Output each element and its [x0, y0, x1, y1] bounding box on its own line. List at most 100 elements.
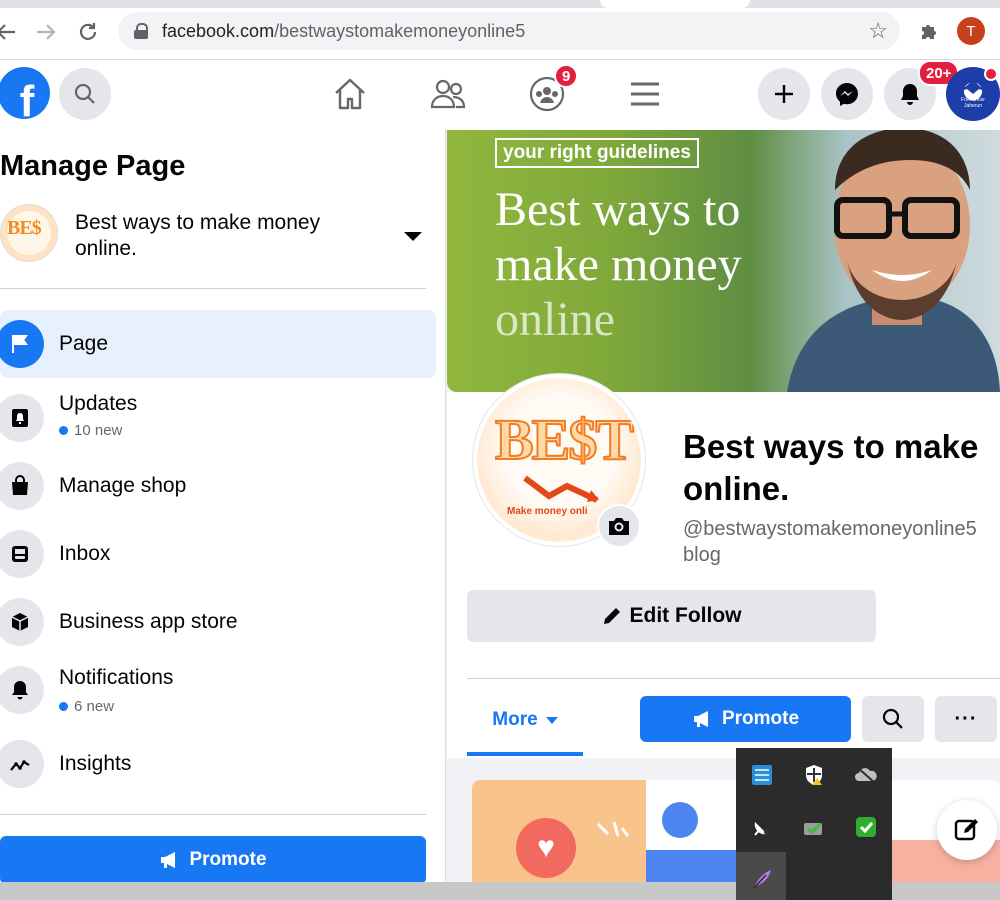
sidebar-item-business-app-store[interactable]: Business app store [0, 588, 436, 656]
taskbar-edge [0, 882, 736, 900]
sidebar-item-label: Page [59, 332, 109, 355]
page-profile-card: BE$T Make money onli Best ways to make o… [447, 374, 1000, 758]
post-shape [662, 802, 698, 838]
cover-person-image [787, 130, 1000, 392]
network-app-icon[interactable] [749, 762, 775, 788]
insights-graph-icon [0, 740, 44, 788]
pencil-icon [603, 608, 620, 624]
manage-page-sidebar: Manage Page BE$ Best ways to make money … [0, 130, 446, 900]
divider [467, 678, 1000, 679]
unread-dot [59, 426, 68, 435]
sidebar-title: Manage Page [0, 150, 186, 182]
ellipsis-icon: ··· [954, 707, 978, 730]
sidebar-item-label: Updates [59, 392, 138, 415]
edit-follow-button[interactable]: Edit Follow [467, 590, 876, 642]
sidebar-promote-button[interactable]: Promote [0, 836, 426, 884]
sidebar-item-manage-shop[interactable]: Manage shop [0, 452, 436, 520]
cover-photo[interactable]: your right guidelines Best ways to make … [447, 130, 1000, 392]
sidebar-item-label: Inbox [59, 542, 111, 565]
sidebar-item-updates[interactable]: Updates 10 new [0, 384, 436, 452]
security-shield-icon[interactable] [801, 762, 827, 788]
bell-icon [0, 666, 44, 714]
sidebar-item-notifications[interactable]: Notifications 6 new [0, 656, 436, 724]
search-button[interactable] [59, 68, 111, 120]
promote-label: Promote [721, 708, 800, 729]
avatar-text-line2: Jaherun [963, 103, 983, 109]
updates-bell-icon [0, 394, 44, 442]
page-title-line: online. [683, 470, 790, 507]
sidebar-item-label: Business app store [59, 610, 238, 633]
sparkle-lines-icon [596, 821, 630, 837]
more-options-button[interactable]: ··· [935, 696, 997, 742]
messenger-icon [836, 83, 858, 106]
tab-more[interactable]: More [467, 688, 583, 756]
sidebar-item-label: Manage shop [59, 474, 187, 497]
arrow-graphic-icon [523, 475, 599, 503]
inbox-icon [0, 530, 44, 578]
create-button[interactable] [758, 68, 810, 120]
browser-profile-avatar[interactable]: T [957, 17, 985, 45]
taskbar-edge [892, 882, 1000, 900]
search-icon [74, 83, 95, 104]
active-tab[interactable] [600, 0, 750, 8]
url-path: /bestwaystomakemoneyonline5 [274, 20, 526, 41]
sidebar-item-page[interactable]: Page [0, 310, 436, 378]
friends-icon[interactable] [428, 74, 468, 114]
heart-icon: ♥ [516, 818, 576, 878]
page-handle: @bestwaystomakemoneyonline5 [683, 518, 977, 540]
forward-arrow-icon[interactable] [32, 18, 60, 46]
browser-toolbar: facebook.com/bestwaystomakemoneyonline5 … [0, 0, 1000, 60]
divider [0, 814, 426, 815]
camera-icon [609, 518, 629, 535]
page-title-line: Best ways to make [683, 428, 979, 465]
sidebar-item-insights[interactable]: Insights [0, 730, 436, 798]
updates-count: 10 new [59, 422, 122, 439]
lock-icon[interactable] [134, 23, 148, 39]
page-title: Best ways to make online. [683, 426, 1000, 510]
camera-button[interactable] [597, 504, 641, 548]
satellite-icon[interactable] [749, 814, 775, 840]
bell-icon [901, 84, 919, 105]
facebook-logo-icon[interactable]: f [0, 67, 50, 119]
divider [0, 288, 426, 289]
shopping-bag-icon [0, 462, 44, 510]
unread-dot [59, 702, 68, 711]
page-search-button[interactable] [862, 696, 924, 742]
sidebar-item-label: Notifications [59, 666, 174, 689]
green-check-icon[interactable] [853, 814, 879, 840]
sync-check-icon[interactable] [801, 814, 827, 840]
more-tab-label: More [492, 709, 538, 730]
cover-tag: your right guidelines [495, 138, 699, 168]
back-arrow-icon[interactable] [0, 18, 20, 46]
notifications-count-text: 6 new [74, 698, 115, 715]
edit-follow-label: Edit Follow [629, 604, 742, 627]
page-thumbnail: BE$ [0, 204, 58, 262]
facebook-header: f 9 20+ Freelancer Jaherun [0, 60, 1000, 130]
sidebar-item-label: Insights [59, 752, 132, 775]
bookmark-star-icon[interactable]: ☆ [868, 18, 888, 44]
system-tray-overflow [736, 748, 892, 900]
cloud-offline-icon[interactable] [853, 762, 879, 788]
feather-icon[interactable] [749, 866, 775, 892]
menu-hamburger-icon[interactable] [625, 74, 665, 114]
address-bar[interactable]: facebook.com/bestwaystomakemoneyonline5 … [118, 12, 900, 50]
new-message-button[interactable] [937, 800, 997, 860]
notifications-count: 6 new [59, 698, 114, 715]
messenger-button[interactable] [821, 68, 873, 120]
thumb-text: BE$ [7, 217, 42, 239]
tab-strip [0, 0, 1000, 8]
promote-button[interactable]: Promote [640, 696, 851, 742]
cube-icon [0, 598, 44, 646]
megaphone-icon [161, 852, 176, 868]
home-icon[interactable] [330, 74, 370, 114]
flag-icon [0, 320, 44, 368]
sidebar-item-inbox[interactable]: Inbox [0, 520, 436, 588]
profile-picture-subtext: Make money onli [507, 506, 588, 517]
caret-down-icon [545, 716, 558, 724]
groups-badge: 9 [554, 64, 579, 88]
extensions-puzzle-icon[interactable] [918, 20, 940, 42]
reload-icon[interactable] [74, 18, 102, 46]
status-dot [984, 67, 998, 81]
caret-down-icon[interactable] [404, 232, 422, 241]
page-selector[interactable]: BE$ Best ways to make money online. [0, 204, 440, 268]
